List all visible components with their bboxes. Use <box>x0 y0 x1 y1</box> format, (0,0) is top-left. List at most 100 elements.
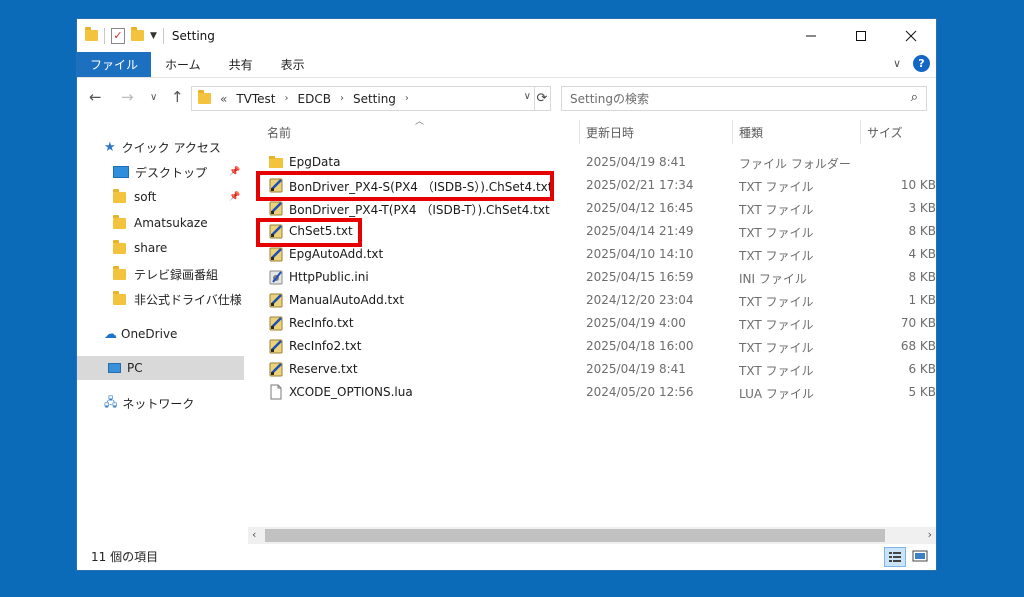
file-date: 2025/04/10 14:10 <box>586 247 694 261</box>
file-size: 4 KB <box>908 247 936 261</box>
file-row[interactable]: ChSet5.txt 2025/04/14 21:49 TXT ファイル 8 KB <box>265 220 936 243</box>
file-row[interactable]: Reserve.txt 2025/04/19 8:41 TXT ファイル 6 KB <box>265 358 936 381</box>
details-view-button[interactable] <box>884 547 906 567</box>
file-name[interactable]: HttpPublic.ini <box>289 270 369 284</box>
status-item-count: 11 個の項目 <box>91 550 159 564</box>
file-name[interactable]: Reserve.txt <box>289 362 358 376</box>
sidebar-item-network[interactable]: 🖧 ネットワーク <box>104 391 194 415</box>
chevron-right-icon[interactable]: › <box>285 93 289 104</box>
chevron-down-icon[interactable]: ∨ <box>524 91 531 102</box>
column-header-type[interactable]: 種類 <box>739 120 854 144</box>
breadcrumb-edcb[interactable]: EDCB <box>298 92 331 106</box>
minimize-button[interactable] <box>786 19 836 52</box>
scroll-left-icon[interactable]: ‹ <box>252 528 256 541</box>
scrollbar-thumb[interactable] <box>265 529 885 542</box>
chevron-right-icon[interactable]: › <box>340 93 344 104</box>
properties-icon[interactable]: ✓ <box>111 27 125 44</box>
chevron-right-icon[interactable]: › <box>405 93 409 104</box>
sidebar-item-onedrive[interactable]: ☁ OneDrive <box>104 322 177 346</box>
text-editor-icon <box>269 362 283 377</box>
customize-dropdown-icon[interactable]: ▼ <box>150 31 157 41</box>
column-header-size[interactable]: サイズ <box>867 120 927 144</box>
file-name[interactable]: RecInfo2.txt <box>289 339 361 353</box>
tab-share[interactable]: 共有 <box>215 52 267 77</box>
column-header-date[interactable]: 更新日時 <box>586 120 726 144</box>
file-type: LUA ファイル <box>739 387 814 401</box>
sidebar-item-pc[interactable]: PC <box>77 356 244 380</box>
scroll-right-icon[interactable]: › <box>928 528 932 541</box>
details-view-icon <box>889 552 901 562</box>
file-row[interactable]: EpgAutoAdd.txt 2025/04/10 14:10 TXT ファイル 4 … <box>265 243 936 266</box>
folder-icon <box>269 156 283 168</box>
new-folder-icon[interactable] <box>131 27 144 41</box>
blank-file-icon <box>270 384 282 400</box>
ribbon-right: ∨ ? <box>893 55 930 72</box>
file-name[interactable]: RecInfo.txt <box>289 316 354 330</box>
up-button[interactable]: ↑ <box>171 88 184 106</box>
file-row[interactable]: RecInfo.txt 2025/04/19 4:00 TXT ファイル 70 KB <box>265 312 936 335</box>
file-type: TXT ファイル <box>739 295 814 309</box>
tab-file[interactable]: ファイル <box>77 52 152 77</box>
folder-icon[interactable] <box>85 27 98 41</box>
file-size: 5 KB <box>908 385 936 399</box>
search-icon: ⌕ <box>910 90 918 105</box>
search-box[interactable]: ⌕ <box>561 86 927 111</box>
file-row[interactable]: XCODE_OPTIONS.lua 2024/05/20 12:56 LUA ファイ… <box>265 381 936 404</box>
file-row[interactable]: HttpPublic.ini 2025/04/15 16:59 INI ファイル 8 … <box>265 266 936 289</box>
file-name[interactable]: EpgAutoAdd.txt <box>289 247 383 261</box>
search-input[interactable] <box>568 90 892 107</box>
file-row[interactable]: RecInfo2.txt 2025/04/18 16:00 TXT ファイル 68 K… <box>265 335 936 358</box>
back-button[interactable]: ← <box>89 88 102 106</box>
column-divider[interactable] <box>579 120 580 144</box>
title-bar: ✓ ▼ Setting <box>77 19 936 52</box>
folder-icon <box>113 265 126 280</box>
horizontal-scrollbar[interactable]: ‹ › <box>248 527 936 544</box>
tab-home[interactable]: ホーム <box>151 52 215 77</box>
network-icon: 🖧 <box>104 394 118 409</box>
tab-view[interactable]: 表示 <box>267 52 319 77</box>
sidebar-item-share[interactable]: share <box>113 236 167 260</box>
navigation-bar: ← → ∨ ↑ « TVTest › EDCB › Setting › ∨ ⟳ … <box>77 83 936 113</box>
window-title: Setting <box>171 28 215 43</box>
file-type: TXT ファイル <box>739 180 814 194</box>
refresh-button[interactable]: ⟳ <box>534 86 551 111</box>
sidebar-item-label: デスクトップ <box>135 165 208 180</box>
file-row[interactable]: ManualAutoAdd.txt 2024/12/20 23:04 TXT ファイ… <box>265 289 936 312</box>
expand-ribbon-icon[interactable]: ∨ <box>893 57 901 70</box>
large-icons-view-button[interactable] <box>910 547 930 565</box>
sidebar-item-quick-access[interactable]: ★ クイック アクセス <box>104 135 221 159</box>
column-header-name[interactable]: 名前 <box>267 120 577 144</box>
pin-icon[interactable]: 📌 <box>229 167 240 177</box>
sidebar-item-label: PC <box>127 361 143 375</box>
pin-icon[interactable]: 📌 <box>229 192 240 202</box>
file-name[interactable]: XCODE_OPTIONS.lua <box>289 385 413 399</box>
sidebar-item-amatsukaze[interactable]: Amatsukaze <box>113 211 208 235</box>
column-divider[interactable] <box>732 120 733 144</box>
sidebar-item-unofficial-driver[interactable]: 非公式ドライバ仕様 <box>113 287 242 311</box>
forward-button[interactable]: → <box>121 88 134 106</box>
file-name[interactable]: EpgData <box>289 155 340 169</box>
file-name[interactable]: BonDriver_PX4-T(PX4 （ISDB-T）).ChSet4.txt <box>289 201 550 218</box>
breadcrumb-tvtest[interactable]: TVTest <box>236 92 275 106</box>
column-divider[interactable] <box>860 120 861 144</box>
maximize-button[interactable] <box>836 19 886 52</box>
sidebar-item-label: テレビ録画番組 <box>134 267 219 282</box>
maximize-icon <box>856 30 866 41</box>
help-icon[interactable]: ? <box>913 55 930 72</box>
file-type: TXT ファイル <box>739 318 814 332</box>
close-icon <box>905 30 917 41</box>
sidebar-item-tv-recordings[interactable]: テレビ録画番組 <box>113 262 218 286</box>
file-type: TXT ファイル <box>739 341 814 355</box>
file-name[interactable]: ManualAutoAdd.txt <box>289 293 404 307</box>
sidebar-item-desktop[interactable]: デスクトップ 📌 <box>113 160 240 184</box>
address-overflow[interactable]: « <box>220 92 227 106</box>
close-button[interactable] <box>886 19 936 52</box>
sidebar-item-label: 非公式ドライバ仕様 <box>134 292 242 307</box>
breadcrumb-setting[interactable]: Setting <box>353 92 396 106</box>
computer-icon <box>108 363 121 373</box>
sidebar-item-soft[interactable]: soft 📌 <box>113 185 240 209</box>
recent-locations-icon[interactable]: ∨ <box>150 92 157 103</box>
folder-icon <box>113 290 126 305</box>
highlight-box <box>256 218 362 247</box>
address-bar[interactable]: « TVTest › EDCB › Setting › ∨ <box>191 86 535 111</box>
